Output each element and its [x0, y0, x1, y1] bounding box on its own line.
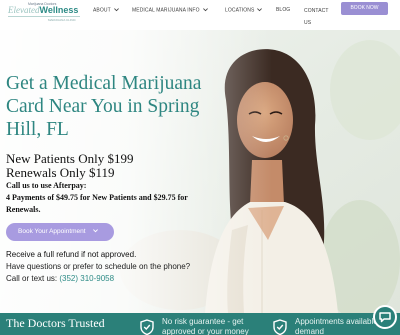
chevron-down-icon	[257, 8, 263, 12]
hero-title-line3: Hill, FL	[6, 119, 69, 140]
nav-contact-us[interactable]: CONTACT US	[304, 5, 329, 29]
phone-link[interactable]: (352) 310-9058	[59, 274, 114, 283]
price-renewals: Renewals Only $119	[6, 165, 115, 180]
afterpay-info: Call us to use Afterpay: 4 Payments of $…	[6, 180, 188, 216]
nav-locations-label: LOCATIONS	[225, 7, 255, 14]
logo-wordmark: ElevatedWellness	[8, 5, 78, 15]
chat-button[interactable]	[373, 305, 397, 329]
nav-about[interactable]: ABOUT	[93, 7, 120, 13]
logo[interactable]: Marijuana Doctors ElevatedWellness MARIJ…	[8, 2, 82, 26]
hero-section: Get a Medical Marijuana Card Near You in…	[0, 30, 400, 313]
nav-us-label: US	[304, 20, 312, 26]
nav-medical-marijuana-info[interactable]: MEDICAL MARIJUANA INFO	[132, 7, 209, 13]
logo-name-part1: Elevated	[8, 5, 40, 15]
chevron-down-icon	[113, 8, 119, 12]
questions-note: Have questions or prefer to schedule on …	[6, 262, 191, 271]
nav-medical-info-label: MEDICAL MARIJUANA INFO	[132, 7, 200, 14]
nav-blog-label: BLOG	[276, 7, 291, 13]
logo-name-part2: Wellness	[39, 5, 79, 15]
shield-check-icon	[140, 319, 154, 335]
hero-title-line1: Get a Medical Marijuana	[6, 73, 202, 94]
book-appointment-label: Book Your Appointment	[18, 228, 86, 235]
afterpay-line3: Renewals.	[6, 205, 41, 214]
book-appointment-button[interactable]: Book Your Appointment	[6, 223, 114, 241]
site-header: Marijuana Doctors ElevatedWellness MARIJ…	[0, 0, 400, 30]
trust-band-title: The Doctors Trusted	[6, 316, 105, 330]
trust-item-guarantee-line1: No risk guarantee - get	[162, 317, 244, 326]
chevron-down-icon	[92, 229, 98, 233]
chat-icon	[379, 312, 391, 323]
refund-note: Receive a full refund if not approved.	[6, 250, 137, 259]
nav-contact-label: CONTACT	[304, 8, 329, 14]
book-now-button[interactable]: BOOK NOW	[341, 2, 388, 15]
call-prefix: Call or text us:	[6, 274, 60, 283]
logo-sub-text: MARIJUANA CLINIC	[48, 18, 76, 22]
trust-item-guarantee: No risk guarantee - get approved or your…	[162, 317, 249, 335]
nav-locations[interactable]: LOCATIONS	[225, 7, 263, 13]
trust-item-appointments-line2: demand	[295, 327, 324, 335]
afterpay-line1: Call us to use Afterpay:	[6, 181, 87, 190]
trust-item-guarantee-line2: approved or your money	[162, 327, 249, 335]
chevron-down-icon	[202, 8, 208, 12]
call-or-text: Call or text us: (352) 310-9058	[6, 274, 114, 283]
logo-divider	[8, 16, 80, 17]
hero-title: Get a Medical Marijuana Card Near You in…	[6, 72, 246, 141]
nav-about-label: ABOUT	[93, 7, 111, 14]
hero-title-line2: Card Near You in Spring	[6, 96, 200, 117]
afterpay-line2: 4 Payments of $49.75 for New Patients an…	[6, 193, 188, 202]
nav-blog[interactable]: BLOG	[276, 7, 290, 13]
shield-check-icon	[273, 319, 287, 335]
trust-band: The Doctors Trusted No risk guarantee - …	[0, 313, 400, 335]
